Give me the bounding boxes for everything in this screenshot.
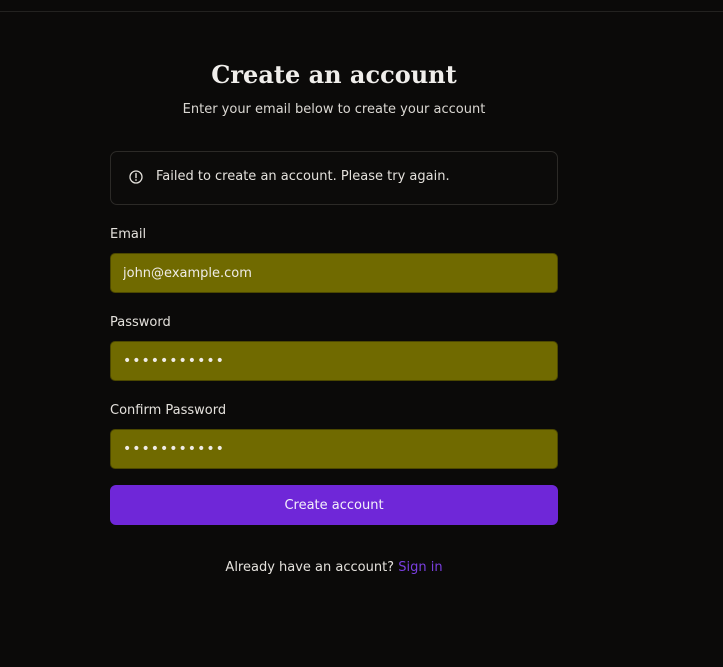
page-subtitle: Enter your email below to create your ac… — [182, 102, 486, 117]
create-account-button[interactable]: Create account — [110, 485, 558, 525]
password-label: Password — [110, 315, 171, 330]
email-label: Email — [110, 227, 147, 242]
error-message: Failed to create an account. Please try … — [156, 169, 450, 184]
sign-in-prompt: Already have an account? Sign in — [110, 559, 558, 577]
sign-in-link[interactable]: Sign in — [398, 560, 442, 575]
alert-circle-icon — [129, 169, 143, 184]
email-field[interactable] — [110, 253, 558, 293]
sign-in-prompt-text: Already have an account? — [225, 560, 395, 575]
error-alert: Failed to create an account. Please try … — [110, 151, 558, 205]
password-field[interactable] — [110, 341, 558, 381]
page-title: Create an account — [211, 60, 457, 89]
confirm-password-field[interactable] — [110, 429, 558, 469]
top-divider — [0, 11, 723, 12]
confirm-password-label: Confirm Password — [110, 403, 227, 418]
